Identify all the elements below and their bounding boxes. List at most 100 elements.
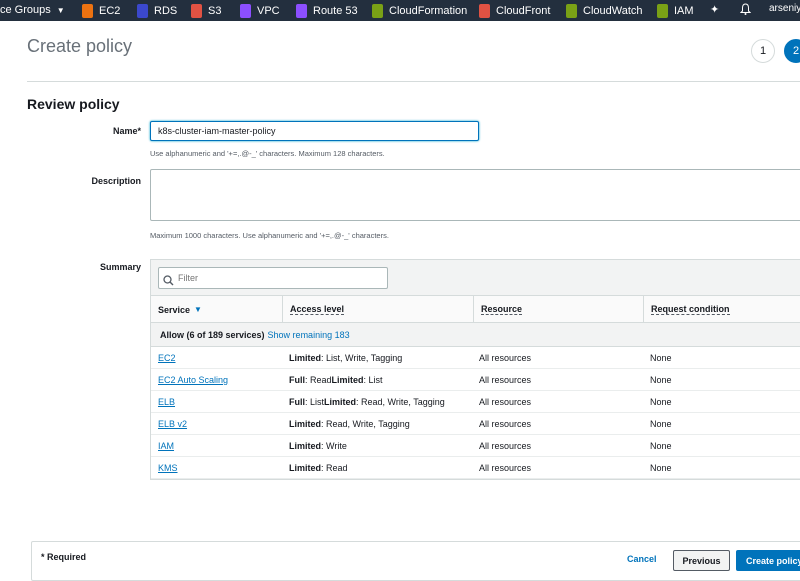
route53-icon — [296, 3, 307, 18]
column-header-resource[interactable]: Resource — [473, 296, 643, 323]
column-header-access-level[interactable]: Access level — [282, 296, 473, 323]
nav-service-s3[interactable]: S3 — [191, 2, 221, 19]
show-remaining-link[interactable]: Show remaining 183 — [268, 330, 350, 340]
service-link[interactable]: KMS — [158, 457, 178, 479]
required-note: * Required — [41, 552, 87, 562]
access-level-bold: Limited — [289, 353, 322, 363]
section-title: Review policy — [27, 96, 120, 112]
divider — [27, 81, 800, 82]
nav-service-label: CloudFront — [496, 4, 551, 17]
service-link[interactable]: IAM — [158, 435, 174, 457]
nav-service-iam[interactable]: IAM — [657, 2, 694, 19]
column-header-label: Request condition — [651, 304, 730, 315]
table-row: ELB v2 Limited: Read, Write, Tagging All… — [151, 413, 800, 435]
resource-cell: All resources — [479, 353, 532, 363]
description-hint: Maximum 1000 characters. Use alphanumeri… — [150, 231, 389, 240]
nav-service-label: RDS — [154, 4, 178, 17]
top-navigation-bar: ce Groups ▼ EC2 RDS S3 VPC Route 53 Clou… — [0, 0, 800, 21]
column-header-request-condition[interactable]: Request condition — [643, 296, 800, 323]
nav-service-label: CloudFormation — [389, 4, 468, 17]
access-level-cell: Limited: Write — [289, 435, 347, 457]
description-label: Description — [91, 176, 141, 186]
create-policy-button[interactable]: Create policy — [736, 550, 800, 571]
cancel-button[interactable]: Cancel — [627, 554, 657, 564]
rds-icon — [137, 3, 148, 18]
access-level-text: : List, Write, Tagging — [321, 353, 403, 363]
allow-group-row: Allow (6 of 189 services) Show remaining… — [151, 323, 800, 347]
column-header-label: Access level — [290, 304, 345, 315]
condition-cell: None — [650, 397, 672, 407]
resource-cell: All resources — [479, 397, 532, 407]
resource-cell: All resources — [479, 375, 532, 385]
nav-service-route53[interactable]: Route 53 — [296, 2, 358, 19]
column-header-service[interactable]: Service ▼ — [151, 296, 282, 323]
account-menu[interactable]: arseniy.z — [769, 3, 800, 14]
filter-input[interactable] — [178, 273, 378, 283]
iam-icon — [657, 3, 668, 18]
access-level-cell: Limited: Read — [289, 457, 348, 479]
access-level-bold: Full — [289, 375, 305, 385]
pin-icon[interactable]: ✦ — [710, 3, 719, 16]
access-level-text: : Write — [321, 441, 347, 451]
resource-groups-menu[interactable]: ce Groups ▼ — [0, 4, 65, 16]
filter-box[interactable] — [158, 267, 388, 289]
column-header-label: Resource — [481, 304, 523, 315]
access-level-cell: Limited: Read, Write, Tagging — [289, 413, 410, 435]
access-level-cell: Full: Read Limited: List — [289, 369, 383, 391]
access-level-bold: Limited — [324, 397, 357, 407]
service-link[interactable]: EC2 Auto Scaling — [158, 369, 228, 391]
access-level-bold: Limited — [331, 375, 364, 385]
nav-service-cloudfront[interactable]: CloudFront — [479, 2, 550, 19]
table-row: IAM Limited: Write All resources None — [151, 435, 800, 457]
cloudformation-icon — [372, 3, 383, 18]
previous-button[interactable]: Previous — [673, 550, 730, 571]
resource-cell: All resources — [479, 441, 532, 451]
nav-service-label: S3 — [208, 4, 222, 17]
service-link[interactable]: EC2 — [158, 347, 176, 369]
nav-service-vpc[interactable]: VPC — [240, 2, 280, 19]
name-hint: Use alphanumeric and '+=,.@-_' character… — [150, 149, 385, 158]
condition-cell: None — [650, 353, 672, 363]
resource-groups-label: ce Groups — [0, 4, 51, 16]
nav-service-rds[interactable]: RDS — [137, 2, 177, 19]
table-row: EC2 Auto Scaling Full: Read Limited: Lis… — [151, 369, 800, 391]
condition-cell: None — [650, 375, 672, 385]
filter-bar — [151, 260, 800, 296]
resource-cell: All resources — [479, 463, 532, 473]
nav-service-cloudformation[interactable]: CloudFormation — [372, 2, 467, 19]
access-level-text: : Read, Write, Tagging — [321, 419, 410, 429]
name-label: Name* — [112, 126, 141, 136]
sort-descending-icon: ▼ — [194, 305, 202, 314]
chevron-down-icon: ▼ — [56, 5, 65, 15]
nav-service-label: EC2 — [99, 4, 121, 17]
service-link[interactable]: ELB — [158, 391, 175, 413]
access-level-text: : Read — [321, 463, 348, 473]
nav-service-label: VPC — [257, 4, 280, 17]
resource-cell: All resources — [479, 419, 532, 429]
cloudfront-icon — [479, 3, 490, 18]
search-icon — [163, 273, 174, 285]
nav-service-label: CloudWatch — [583, 4, 643, 17]
description-textarea[interactable] — [150, 169, 800, 221]
condition-cell: None — [650, 419, 672, 429]
access-level-bold: Limited — [289, 419, 322, 429]
policy-name-input[interactable] — [150, 121, 479, 141]
vpc-icon — [240, 3, 251, 18]
nav-service-ec2[interactable]: EC2 — [82, 2, 120, 19]
wizard-step-2: 2 — [784, 39, 800, 63]
table-row: ELB Full: List Limited: Read, Write, Tag… — [151, 391, 800, 413]
s3-icon — [191, 3, 202, 18]
table-row: EC2 Limited: List, Write, Tagging All re… — [151, 347, 800, 369]
condition-cell: None — [650, 441, 672, 451]
access-level-bold: Full — [289, 397, 305, 407]
column-header-label: Service — [158, 304, 191, 315]
wizard-step-1[interactable]: 1 — [751, 39, 775, 63]
access-level-bold: Limited — [289, 463, 322, 473]
service-link[interactable]: ELB v2 — [158, 413, 187, 435]
bell-icon[interactable] — [739, 3, 752, 18]
nav-service-cloudwatch[interactable]: CloudWatch — [566, 2, 643, 19]
access-level-text: : Read, Write, Tagging — [356, 397, 445, 407]
cloudwatch-icon — [566, 3, 577, 18]
access-level-bold: Limited — [289, 441, 322, 451]
access-level-text: : List — [363, 375, 383, 385]
